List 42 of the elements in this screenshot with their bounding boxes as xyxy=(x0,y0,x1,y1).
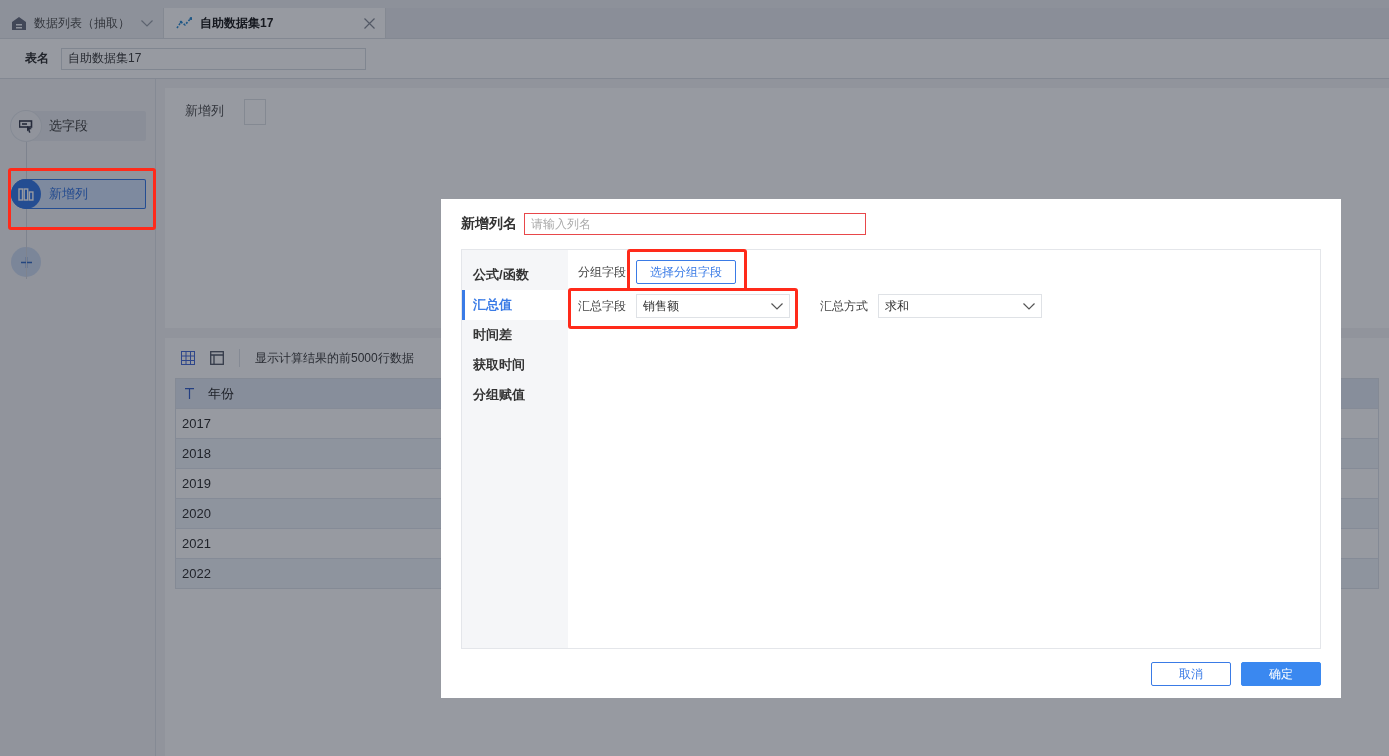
line-chart-icon xyxy=(176,17,192,29)
field-label: 汇总字段 xyxy=(578,297,626,315)
menu-item[interactable]: 时间差 xyxy=(459,320,568,350)
table-cell: 2020 xyxy=(182,506,211,521)
summary-method-dropdown[interactable]: 求和 xyxy=(878,294,1042,318)
tab[interactable]: 自助数据集17 xyxy=(164,8,386,38)
preview-note: 显示计算结果的前5000行数据 xyxy=(255,349,414,367)
tab-label: 数据列表（抽取） xyxy=(34,14,131,32)
table-name-field[interactable]: 自助数据集17 xyxy=(61,47,366,70)
column-header: 年份 xyxy=(176,384,234,403)
chevron-down-icon xyxy=(771,302,783,310)
field-label: 新增列名 xyxy=(461,215,517,233)
chevron-down-icon xyxy=(1023,302,1035,310)
column-name-field[interactable]: 请输入列名 xyxy=(524,213,866,235)
grid-icon[interactable] xyxy=(181,351,195,365)
home-icon xyxy=(12,16,26,30)
confirm-button[interactable]: 确定 xyxy=(1241,662,1321,686)
step-item[interactable]: 选字段 xyxy=(11,111,146,141)
field-label: 分组字段 xyxy=(578,263,626,281)
menu-item[interactable]: 汇总值 xyxy=(462,290,568,320)
summary-field-dropdown[interactable]: 销售额 xyxy=(636,294,790,318)
table-cell: 2022 xyxy=(182,566,211,581)
menu-item[interactable]: 公式/函数 xyxy=(459,260,568,290)
table-cell: 2021 xyxy=(182,536,211,551)
table-cell: 2018 xyxy=(182,446,211,461)
chevron-down-icon[interactable] xyxy=(141,19,153,27)
menu-item[interactable]: 获取时间 xyxy=(459,350,568,380)
columns-icon xyxy=(18,187,34,201)
add-step-button[interactable] xyxy=(11,247,41,277)
text-type-icon xyxy=(185,388,194,399)
tab-label: 自助数据集17 xyxy=(200,14,275,32)
table-cell: 2017 xyxy=(182,416,211,431)
field-select-icon xyxy=(19,119,33,133)
close-icon[interactable] xyxy=(364,17,375,29)
cancel-button[interactable]: 取消 xyxy=(1151,662,1231,686)
select-group-field-button[interactable]: 选择分组字段 xyxy=(636,260,736,284)
menu-item[interactable]: 分组赋值 xyxy=(459,380,568,410)
field-label: 汇总方式 xyxy=(820,297,868,315)
column-label: 新增列 xyxy=(185,102,224,120)
field-label: 表名 xyxy=(25,50,49,67)
layout-icon[interactable] xyxy=(210,351,224,365)
table-cell: 2019 xyxy=(182,476,211,491)
